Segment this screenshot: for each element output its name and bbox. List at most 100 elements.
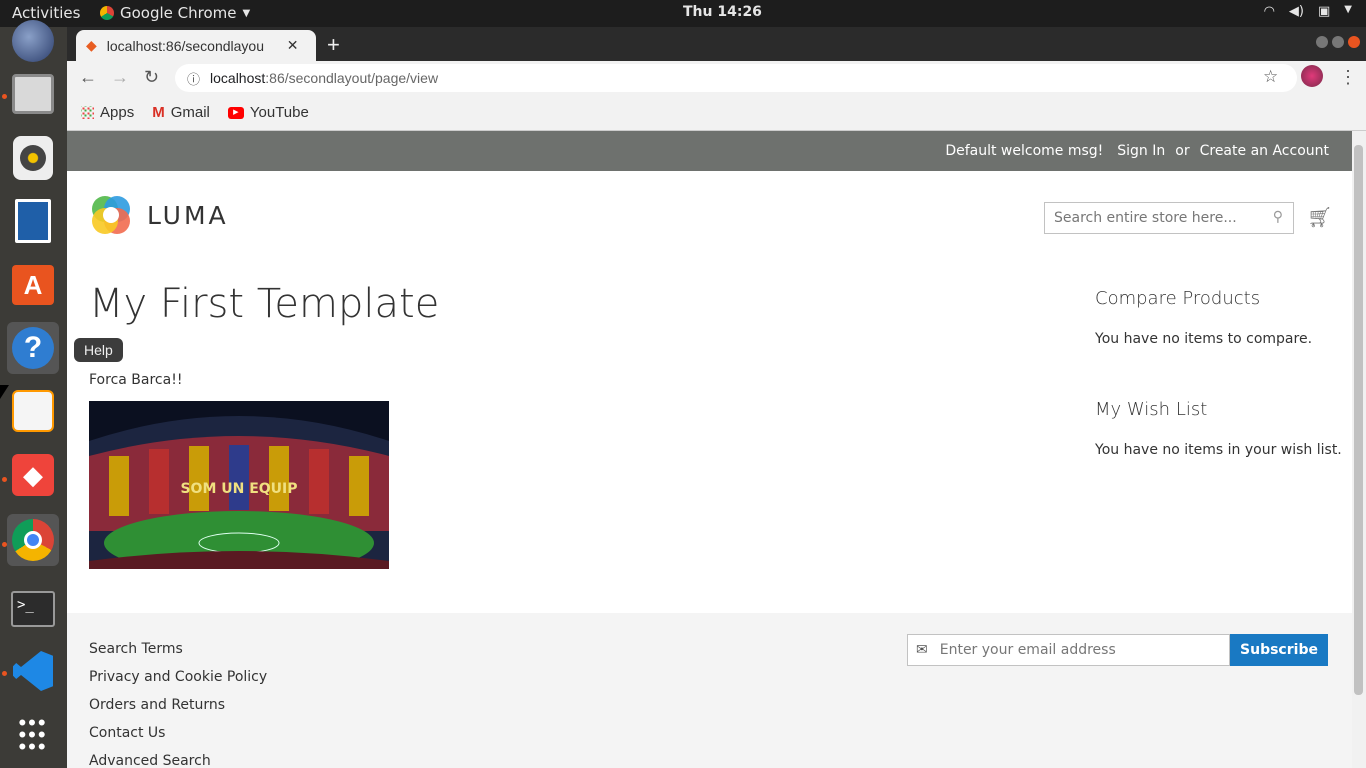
url-path: :86/secondlayout/page/view — [265, 70, 439, 86]
dock-app-chrome[interactable] — [7, 514, 59, 566]
close-tab-icon[interactable]: ✕ — [287, 37, 299, 54]
gmail-icon: M — [152, 104, 165, 121]
running-indicator — [2, 94, 7, 99]
close-window-button[interactable] — [1348, 36, 1360, 48]
stadium-banner-text: SOM UN EQUIP — [180, 481, 297, 497]
app-menu[interactable]: Google Chrome ▼ — [100, 4, 250, 22]
dock-app-anydesk[interactable]: ◆ — [7, 449, 59, 501]
page-scrollbar[interactable] — [1352, 131, 1366, 768]
files-icon — [12, 74, 54, 114]
bookmarks-bar: Apps M Gmail ▶ YouTube — [67, 95, 1366, 131]
footer-links: Search Terms Privacy and Cookie Policy O… — [89, 635, 267, 768]
reload-button[interactable]: ↻ — [144, 67, 159, 88]
search-input[interactable]: Search entire store here... ⚲ — [1044, 202, 1294, 234]
tab-strip: ◆ localhost:86/secondlayou ✕ + — [67, 27, 1366, 61]
web-page: Default welcome msg! Sign In or Create a… — [67, 131, 1352, 768]
bookmark-star-icon[interactable]: ☆ — [1263, 67, 1278, 87]
email-field[interactable]: ✉ Enter your email address — [907, 634, 1230, 666]
mouse-cursor-icon — [0, 385, 9, 399]
amazon-icon — [12, 390, 54, 432]
footer-link-orders-returns[interactable]: Orders and Returns — [89, 691, 267, 719]
magento-favicon-icon: ◆ — [86, 37, 97, 53]
browser-window: ◆ localhost:86/secondlayou ✕ + ← → ↻ ⓘ l… — [67, 27, 1366, 131]
minimize-button[interactable] — [1316, 36, 1328, 48]
wishlist-title: My Wish List — [1095, 399, 1208, 420]
dock-app-software[interactable]: A — [7, 259, 59, 311]
logo-text: LUMA — [147, 200, 229, 230]
chrome-icon — [12, 519, 54, 561]
running-indicator — [2, 542, 7, 547]
dock-app-vscode[interactable] — [7, 645, 59, 697]
stadium-image: SOM UN EQUIP — [89, 401, 389, 569]
forward-button[interactable]: → — [111, 67, 129, 88]
clock[interactable]: Thu 14:26 — [683, 4, 762, 20]
newsletter-form: ✉ Enter your email address Subscribe — [907, 634, 1328, 666]
help-icon: ? — [12, 327, 54, 369]
dock-app-rhythmbox[interactable] — [7, 132, 59, 184]
luma-logo[interactable]: LUMA — [89, 193, 229, 237]
power-icon: ▣ — [1318, 4, 1331, 19]
volume-icon: ◀) — [1288, 4, 1304, 19]
dock-app-thunderbird[interactable] — [7, 15, 59, 67]
back-button[interactable]: ← — [79, 67, 97, 88]
bookmark-gmail[interactable]: M Gmail — [152, 104, 210, 121]
compare-title: Compare Products — [1095, 288, 1261, 309]
url-host: localhost — [210, 70, 266, 86]
sidebar: Compare Products You have no items to co… — [1095, 288, 1345, 458]
wishlist-empty-text: You have no items in your wish list. — [1095, 442, 1342, 458]
email-placeholder: Enter your email address — [939, 642, 1116, 658]
bookmark-apps[interactable]: Apps — [81, 104, 134, 121]
or-separator: or — [1175, 143, 1190, 159]
footer-link-privacy[interactable]: Privacy and Cookie Policy — [89, 663, 267, 691]
app-name: Google Chrome — [120, 4, 237, 22]
vscode-icon — [13, 651, 53, 691]
system-top-bar: Activities Google Chrome ▼ Thu 14:26 ◠ ◀… — [0, 0, 1366, 27]
chevron-down-icon: ▼ — [242, 7, 251, 19]
profile-avatar[interactable] — [1301, 65, 1323, 92]
sign-in-link[interactable]: Sign In — [1117, 143, 1165, 159]
dock-app-amazon[interactable] — [7, 385, 59, 437]
maximize-button[interactable] — [1332, 36, 1344, 48]
dock: A ? ◆ >_ ••• ••• ••• — [0, 20, 67, 768]
bookmark-youtube[interactable]: ▶ YouTube — [227, 104, 309, 121]
menu-kebab-icon[interactable]: ⋮ — [1339, 67, 1357, 88]
page-title: My First Template — [89, 281, 440, 327]
dock-app-files[interactable] — [7, 68, 59, 120]
wifi-icon: ◠ — [1263, 4, 1275, 19]
terminal-icon: >_ — [11, 591, 55, 627]
tab-title: localhost:86/secondlayou — [106, 37, 265, 54]
footer-link-advanced-search[interactable]: Advanced Search — [89, 747, 267, 768]
navigation-bar: ← → ↻ ⓘ localhost:86/secondlayout/page/v… — [67, 61, 1366, 95]
info-icon: ⓘ — [187, 71, 201, 87]
site-footer: Search Terms Privacy and Cookie Policy O… — [67, 613, 1352, 768]
dock-app-writer[interactable] — [7, 195, 59, 247]
chrome-icon — [100, 6, 114, 20]
grid-icon: ••• ••• ••• — [18, 710, 48, 759]
cart-icon[interactable]: 🛒︎ — [1307, 205, 1332, 229]
new-tab-button[interactable]: + — [327, 32, 340, 58]
footer-link-contact[interactable]: Contact Us — [89, 719, 267, 747]
create-account-link[interactable]: Create an Account — [1200, 143, 1329, 159]
site-header: LUMA Search entire store here... ⚲ 🛒︎ — [67, 171, 1352, 257]
youtube-icon: ▶ — [227, 106, 244, 119]
welcome-message: Default welcome msg! — [945, 143, 1104, 159]
apps-grid-icon — [81, 106, 94, 119]
dock-app-terminal[interactable]: >_ — [7, 583, 59, 635]
thunderbird-icon — [12, 20, 54, 62]
envelope-icon: ✉ — [916, 642, 928, 658]
luma-logo-icon — [92, 196, 130, 234]
scrollbar-thumb[interactable] — [1354, 145, 1363, 695]
subscribe-button[interactable]: Subscribe — [1230, 634, 1328, 666]
chevron-down-icon: ▼ — [1344, 4, 1352, 15]
search-icon[interactable]: ⚲ — [1273, 209, 1283, 225]
show-applications-button[interactable]: ••• ••• ••• — [7, 709, 59, 761]
header-panel: Default welcome msg! Sign In or Create a… — [67, 131, 1352, 171]
dock-app-help[interactable]: ? — [7, 322, 59, 374]
anydesk-icon: ◆ — [12, 454, 54, 496]
browser-tab-active[interactable]: ◆ localhost:86/secondlayou ✕ — [76, 30, 316, 61]
footer-link-search-terms[interactable]: Search Terms — [89, 635, 267, 663]
compare-empty-text: You have no items to compare. — [1095, 331, 1313, 347]
system-tray[interactable]: ◠ ◀) ▣ ▼ — [1264, 4, 1352, 19]
speaker-icon — [13, 136, 53, 180]
address-bar[interactable]: ⓘ localhost:86/secondlayout/page/view — [175, 64, 1297, 92]
